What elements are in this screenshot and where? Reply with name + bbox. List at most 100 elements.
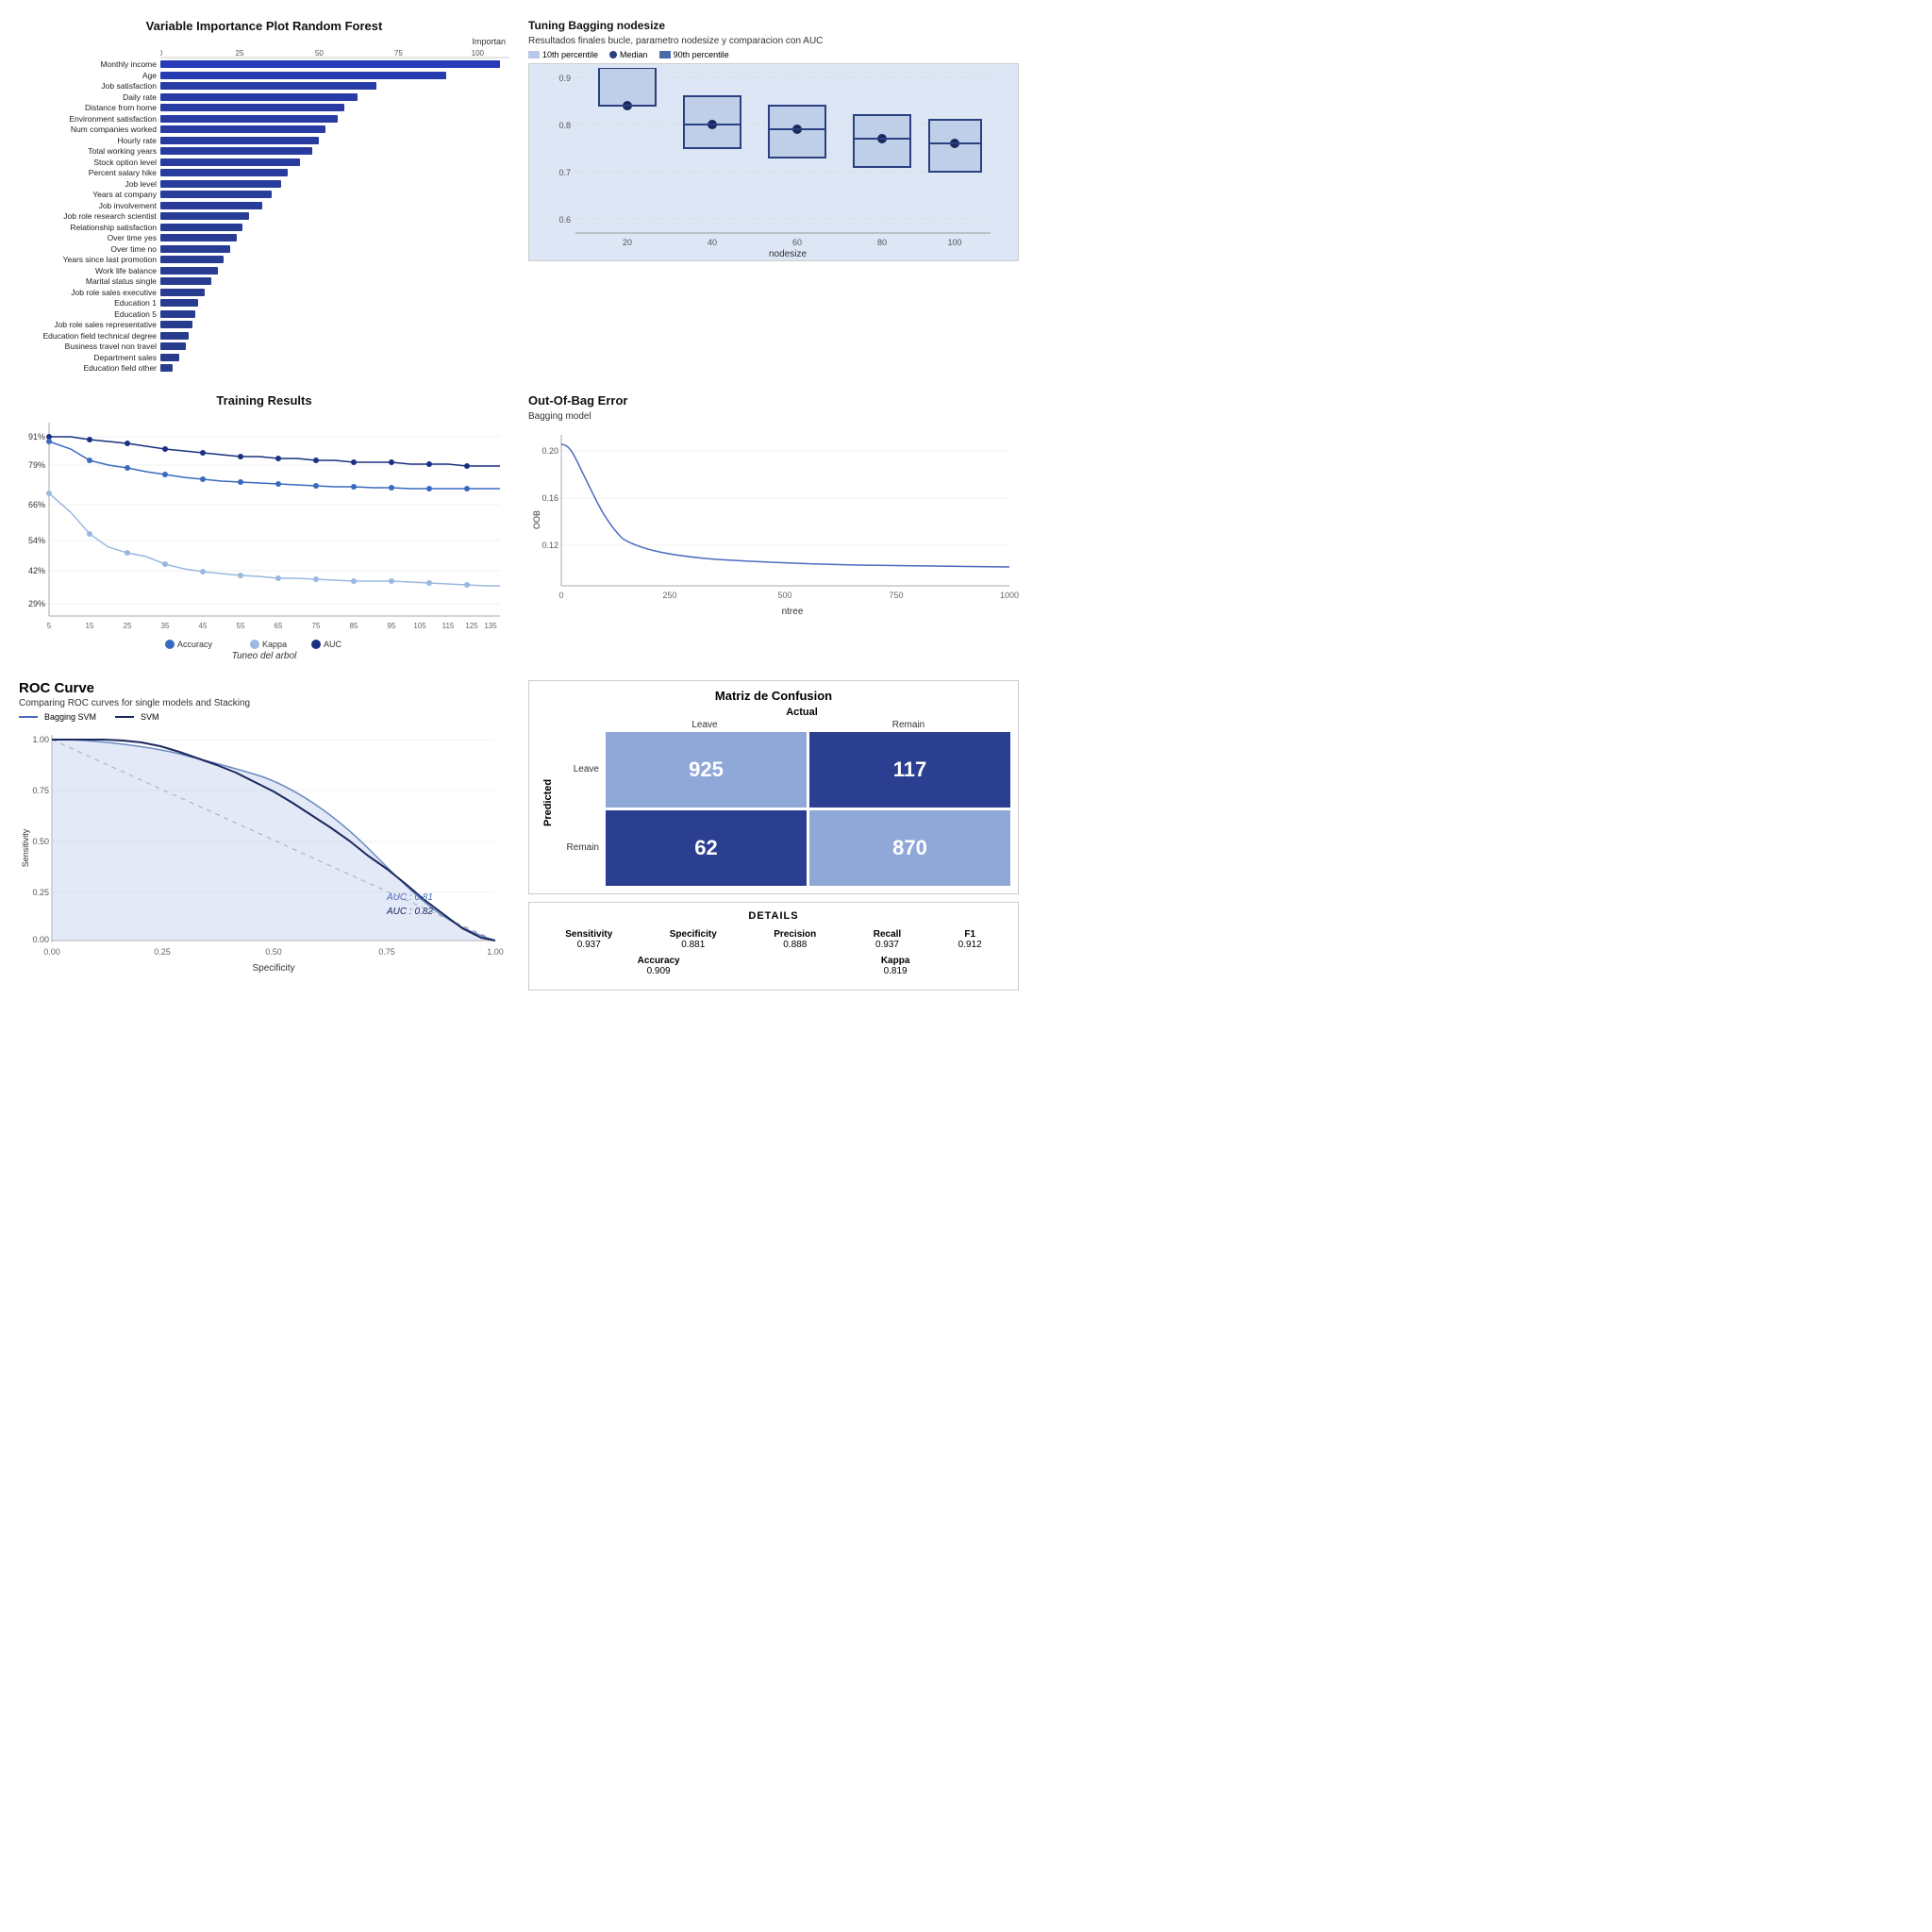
vimp-bar-wrap <box>160 147 509 155</box>
vimp-bar-label: Num companies worked <box>19 125 160 134</box>
details-title: DETAILS <box>537 910 1010 922</box>
legend-median-dot <box>609 51 617 58</box>
cm-leave-row-label: Leave <box>556 732 603 808</box>
vimp-bar-fill <box>160 104 344 111</box>
vimp-bar-fill <box>160 137 319 144</box>
cm-title: Matriz de Confusion <box>537 689 1010 703</box>
svg-text:125: 125 <box>465 622 478 630</box>
vimp-bar-wrap <box>160 104 509 111</box>
svg-text:100: 100 <box>947 238 961 247</box>
confusion-matrix-panel: Matriz de Confusion Actual Predicted Lea… <box>519 671 1028 1000</box>
svg-text:75: 75 <box>394 49 403 58</box>
vimp-bar-label: Department sales <box>19 353 160 362</box>
tuning-subtitle: Resultados finales bucle, parametro node… <box>528 36 1019 46</box>
vimp-bar-wrap <box>160 82 509 90</box>
vimp-bar-wrap <box>160 289 509 296</box>
svg-text:79%: 79% <box>28 460 45 470</box>
svg-text:0: 0 <box>558 591 563 600</box>
training-title: Training Results <box>19 393 509 408</box>
svg-text:1.00: 1.00 <box>487 947 504 957</box>
svg-text:0.75: 0.75 <box>32 786 49 795</box>
svg-text:0.12: 0.12 <box>541 541 558 550</box>
vimp-bar-wrap <box>160 60 509 68</box>
svg-text:54%: 54% <box>28 536 45 545</box>
cm-leave-col-label: Leave <box>603 720 807 730</box>
details-row1: Sensitivity 0.937 Specificity 0.881 Prec… <box>537 929 1010 950</box>
svg-text:0: 0 <box>160 49 163 58</box>
vimp-bar-wrap <box>160 354 509 361</box>
vimp-bar-wrap <box>160 277 509 285</box>
oob-title: Out-Of-Bag Error <box>528 393 1019 408</box>
svg-text:65: 65 <box>275 622 283 630</box>
svg-text:80: 80 <box>877 238 887 247</box>
svg-text:91%: 91% <box>28 432 45 441</box>
legend-90th: 90th percentile <box>659 50 729 59</box>
roc-legend-svm: SVM <box>115 712 159 722</box>
vimp-bar-label: Job role sales executive <box>19 288 160 297</box>
vimp-bar-label: Total working years <box>19 146 160 156</box>
oob-chart-area: OOB 0.20 0.16 0.12 0 250 <box>528 425 1019 633</box>
legend-90th-box <box>659 51 671 58</box>
vimp-bar-wrap <box>160 342 509 350</box>
tuning-chart-area: 0.9 0.8 0.7 0.6 <box>528 63 1019 261</box>
vimp-bar-fill <box>160 115 338 123</box>
svg-text:1.00: 1.00 <box>32 735 49 744</box>
svg-text:20: 20 <box>623 238 632 247</box>
vimp-bar-label: Percent salary hike <box>19 168 160 177</box>
vimp-bar-wrap <box>160 202 509 209</box>
vimp-row: Percent salary hike <box>19 168 509 177</box>
vimp-bar-label: Over time yes <box>19 233 160 242</box>
vimp-bar-wrap <box>160 212 509 220</box>
vimp-row: Years at company <box>19 190 509 199</box>
svg-text:Kappa: Kappa <box>262 640 287 649</box>
svg-text:95: 95 <box>388 622 396 630</box>
vimp-bar-wrap <box>160 158 509 166</box>
vimp-bar-fill <box>160 169 288 176</box>
svg-text:0.7: 0.7 <box>558 168 571 177</box>
svg-text:75: 75 <box>312 622 321 630</box>
svg-text:0.00: 0.00 <box>32 935 49 944</box>
vimp-bar-label: Distance from home <box>19 103 160 112</box>
vimp-row: Num companies worked <box>19 125 509 134</box>
vimp-bar-wrap <box>160 234 509 242</box>
svg-text:100: 100 <box>472 49 485 58</box>
vimp-bar-fill <box>160 212 249 220</box>
svg-text:15: 15 <box>86 622 94 630</box>
vimp-bar-wrap <box>160 191 509 198</box>
oob-error-panel: Out-Of-Bag Error Bagging model OOB 0.20 … <box>519 384 1028 671</box>
cm-row2: Remain 62 870 <box>556 810 1010 886</box>
cm-fp-cell: 117 <box>809 732 1010 808</box>
svg-text:0.25: 0.25 <box>32 888 49 897</box>
cm-row1: Leave 925 117 <box>556 732 1010 808</box>
svg-text:5: 5 <box>47 622 52 630</box>
vimp-bar-wrap <box>160 256 509 263</box>
vimp-bar-label: Years since last promotion <box>19 255 160 264</box>
vimp-bar-fill <box>160 72 446 79</box>
svg-text:0.16: 0.16 <box>541 493 558 503</box>
vimp-bar-fill <box>160 289 205 296</box>
roc-legend: Bagging SVM SVM <box>19 712 509 722</box>
svg-text:0.75: 0.75 <box>378 947 395 957</box>
cm-col-headers: Leave Remain <box>556 720 1010 730</box>
svg-text:1000: 1000 <box>1000 591 1019 600</box>
svg-text:0.50: 0.50 <box>32 837 49 846</box>
vimp-bar-fill <box>160 267 218 275</box>
svg-text:0.6: 0.6 <box>558 215 571 225</box>
svg-text:OOB: OOB <box>532 509 541 528</box>
details-kappa: Kappa 0.819 <box>881 956 910 976</box>
vimp-row: Job role sales executive <box>19 288 509 297</box>
vimp-row: Over time no <box>19 244 509 254</box>
svg-text:0.8: 0.8 <box>558 121 571 130</box>
vimp-bar-label: Daily rate <box>19 92 160 102</box>
vimp-row: Environment satisfaction <box>19 114 509 124</box>
details-panel: DETAILS Sensitivity 0.937 Specificity 0.… <box>528 902 1019 991</box>
vimp-row: Stock option level <box>19 158 509 167</box>
svg-text:115: 115 <box>442 622 455 630</box>
vimp-bar-fill <box>160 277 211 285</box>
vimp-row: Job level <box>19 179 509 189</box>
svg-text:35: 35 <box>161 622 170 630</box>
details-f1: F1 0.912 <box>958 929 982 950</box>
vimp-bar-label: Relationship satisfaction <box>19 223 160 232</box>
vimp-bar-label: Years at company <box>19 190 160 199</box>
svg-text:66%: 66% <box>28 500 45 509</box>
